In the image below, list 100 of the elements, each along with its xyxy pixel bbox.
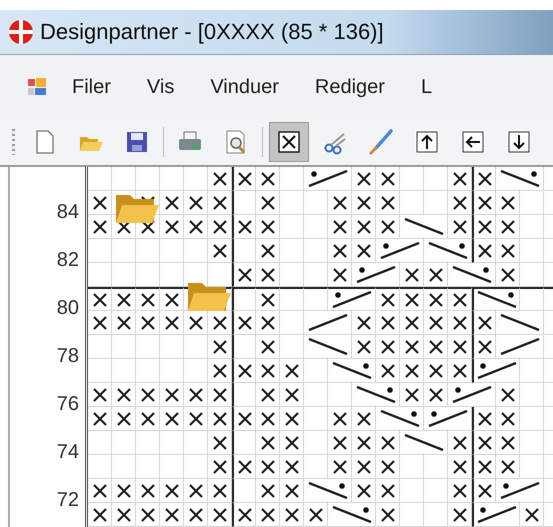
cross-stitch-icon: [476, 314, 492, 330]
cross-stitch-icon: [140, 314, 156, 330]
cross-stitch-icon: [356, 482, 372, 498]
cross-stitch-icon: [356, 242, 372, 258]
cross-stitch-icon: [236, 266, 252, 282]
menu-item[interactable]: Vinduer: [210, 76, 279, 98]
cross-stitch-icon: [140, 292, 156, 308]
cross-stitch-icon: [428, 314, 444, 330]
cross-stitch-icon: [428, 362, 444, 378]
cable-line-icon: [498, 313, 540, 332]
cross-stitch-icon: [452, 292, 468, 308]
cross-stitch-icon: [404, 362, 420, 378]
cross-stitch-icon: [188, 386, 204, 402]
dotted-cable-line-icon: [476, 290, 518, 309]
cross-stitch-icon: [476, 218, 492, 234]
cross-stitch-icon: [284, 410, 300, 426]
cross-stitch-icon: [260, 242, 276, 258]
dotted-cable-line-icon: [306, 481, 348, 500]
cross-stitch-icon: [212, 194, 228, 210]
cross-stitch-icon: [212, 362, 228, 378]
cross-stitch-icon: [212, 314, 228, 330]
cross-stitch-icon: [140, 386, 156, 402]
cross-stitch-icon: [380, 194, 396, 210]
cross-stitch-icon: [260, 170, 276, 186]
cross-stitch-icon: [284, 506, 300, 522]
cross-stitch-icon: [476, 242, 492, 258]
menu-item[interactable]: Filer: [72, 76, 111, 98]
cross-stitch-icon: [308, 506, 324, 522]
cross-stitch-icon: [164, 314, 180, 330]
cross-stitch-icon: [116, 292, 132, 308]
cross-stitch-icon: [164, 410, 180, 426]
cross-stitch-icon: [116, 506, 132, 522]
row-number: 84: [56, 201, 79, 224]
cross-stitch-icon: [92, 506, 108, 522]
cross-stitch-icon: [164, 386, 180, 402]
cross-stitch-icon: [476, 434, 492, 450]
dotted-cable-line-icon: [476, 361, 518, 380]
dotted-cable-line-icon: [354, 385, 396, 404]
cross-stitch-icon: [188, 410, 204, 426]
dotted-cable-line-icon: [450, 385, 492, 404]
cross-stitch-icon: [260, 506, 276, 522]
cross-stitch-icon: [380, 362, 396, 378]
cross-stitch-icon: [212, 338, 228, 354]
cross-stitch-icon: [284, 458, 300, 474]
cross-stitch-icon: [524, 506, 540, 522]
cross-stitch-icon: [164, 506, 180, 522]
cross-stitch-icon: [380, 314, 396, 330]
cross-stitch-icon: [92, 482, 108, 498]
menu-item[interactable]: Rediger: [314, 76, 385, 98]
dotted-cable-line-icon: [426, 409, 468, 428]
cross-stitch-icon: [356, 218, 372, 234]
cross-stitch-icon: [452, 434, 468, 450]
chart-cell: [112, 263, 136, 287]
cross-stitch-icon: [164, 194, 180, 210]
cross-stitch-icon: [284, 386, 300, 402]
cross-stitch-icon: [236, 362, 252, 378]
cross-stitch-icon: [212, 242, 228, 258]
cross-stitch-icon: [260, 410, 276, 426]
cross-stitch-icon: [356, 194, 372, 210]
menu-item[interactable]: L: [420, 76, 432, 98]
cross-stitch-icon: [212, 506, 228, 522]
cross-stitch-icon: [476, 482, 492, 498]
dotted-cable-line-icon: [306, 169, 348, 188]
cross-stitch-icon: [260, 482, 276, 498]
window-icon[interactable]: [26, 76, 48, 98]
cross-stitch-icon: [236, 314, 252, 330]
cross-stitch-icon: [212, 410, 228, 426]
cross-stitch-icon: [164, 218, 180, 234]
cross-stitch-icon: [356, 314, 372, 330]
row-number: 78: [56, 345, 79, 368]
dotted-cable-line-icon: [378, 241, 420, 260]
cross-stitch-icon: [500, 434, 516, 450]
cross-stitch-icon: [260, 386, 276, 402]
cross-stitch-icon: [404, 386, 420, 402]
menu-item[interactable]: Vis: [146, 76, 174, 98]
cross-stitch-icon: [140, 218, 156, 234]
row-number: 82: [56, 249, 79, 272]
cross-stitch-icon: [380, 218, 396, 234]
cross-stitch-icon: [140, 482, 156, 498]
cross-stitch-icon: [212, 218, 228, 234]
app-logo-icon: [8, 19, 34, 45]
dotted-cable-line-icon: [330, 361, 372, 380]
dotted-cable-line-icon: [378, 409, 420, 428]
cable-line-icon: [402, 433, 444, 452]
cross-stitch-icon: [212, 434, 228, 450]
row-number: 74: [56, 441, 79, 464]
dotted-cable-line-icon: [330, 505, 372, 524]
cross-stitch-icon: [500, 218, 516, 234]
cross-stitch-icon: [380, 434, 396, 450]
cross-stitch-icon: [188, 314, 204, 330]
chart-cell: [88, 263, 112, 287]
cross-stitch-icon: [332, 266, 348, 282]
cross-stitch-icon: [116, 410, 132, 426]
down-arrow-box-icon: [506, 129, 532, 155]
cross-stitch-icon: [332, 410, 348, 426]
cross-box-button[interactable]: [269, 122, 309, 162]
cable-line-icon: [306, 337, 348, 356]
cross-stitch-icon: [236, 410, 252, 426]
cross-stitch-icon: [284, 482, 300, 498]
cross-stitch-icon: [188, 482, 204, 498]
